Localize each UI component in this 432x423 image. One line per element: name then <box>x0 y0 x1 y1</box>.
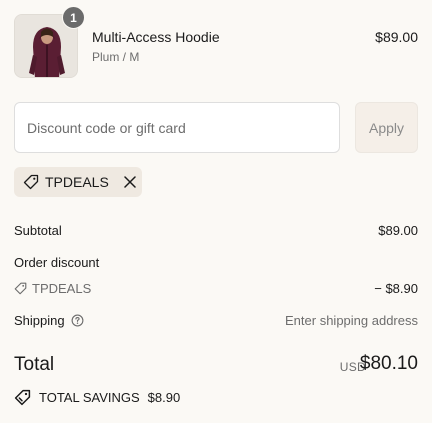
total-amount: $80.10 <box>359 353 418 374</box>
order-discount-label: Order discount <box>14 255 100 270</box>
total-label: Total <box>14 354 55 375</box>
total-savings-label: TOTAL SAVINGS <box>39 390 140 405</box>
quantity-badge: 1 <box>62 6 85 29</box>
tag-icon <box>14 282 27 295</box>
applied-discount-chip: TPDEALS <box>14 167 142 197</box>
applied-code-label: TPDEALS <box>45 174 109 190</box>
subtotal-value: $89.00 <box>378 223 418 238</box>
shipping-value: Enter shipping address <box>285 313 418 328</box>
product-name: Multi-Access Hoodie <box>92 29 220 45</box>
subtotal-label: Subtotal <box>14 223 62 238</box>
savings-tag-icon <box>14 389 31 406</box>
tag-icon <box>23 174 39 190</box>
close-icon <box>124 176 136 188</box>
product-variant: Plum / M <box>92 50 140 64</box>
product-price: $89.00 <box>375 29 418 45</box>
total-savings-value: $8.90 <box>147 390 181 405</box>
discount-code-input[interactable] <box>14 102 340 153</box>
discount-value: − $8.90 <box>374 281 418 296</box>
remove-discount-button[interactable] <box>123 175 137 189</box>
help-icon[interactable] <box>71 314 84 327</box>
shipping-row: Shipping <box>14 313 84 328</box>
shipping-label: Shipping <box>14 313 65 328</box>
discount-code-text: TPDEALS <box>32 281 92 296</box>
total-savings-row: TOTAL SAVINGS $8.90 <box>14 389 180 406</box>
apply-button[interactable]: Apply <box>355 102 418 153</box>
order-discount-code: TPDEALS <box>14 281 91 296</box>
